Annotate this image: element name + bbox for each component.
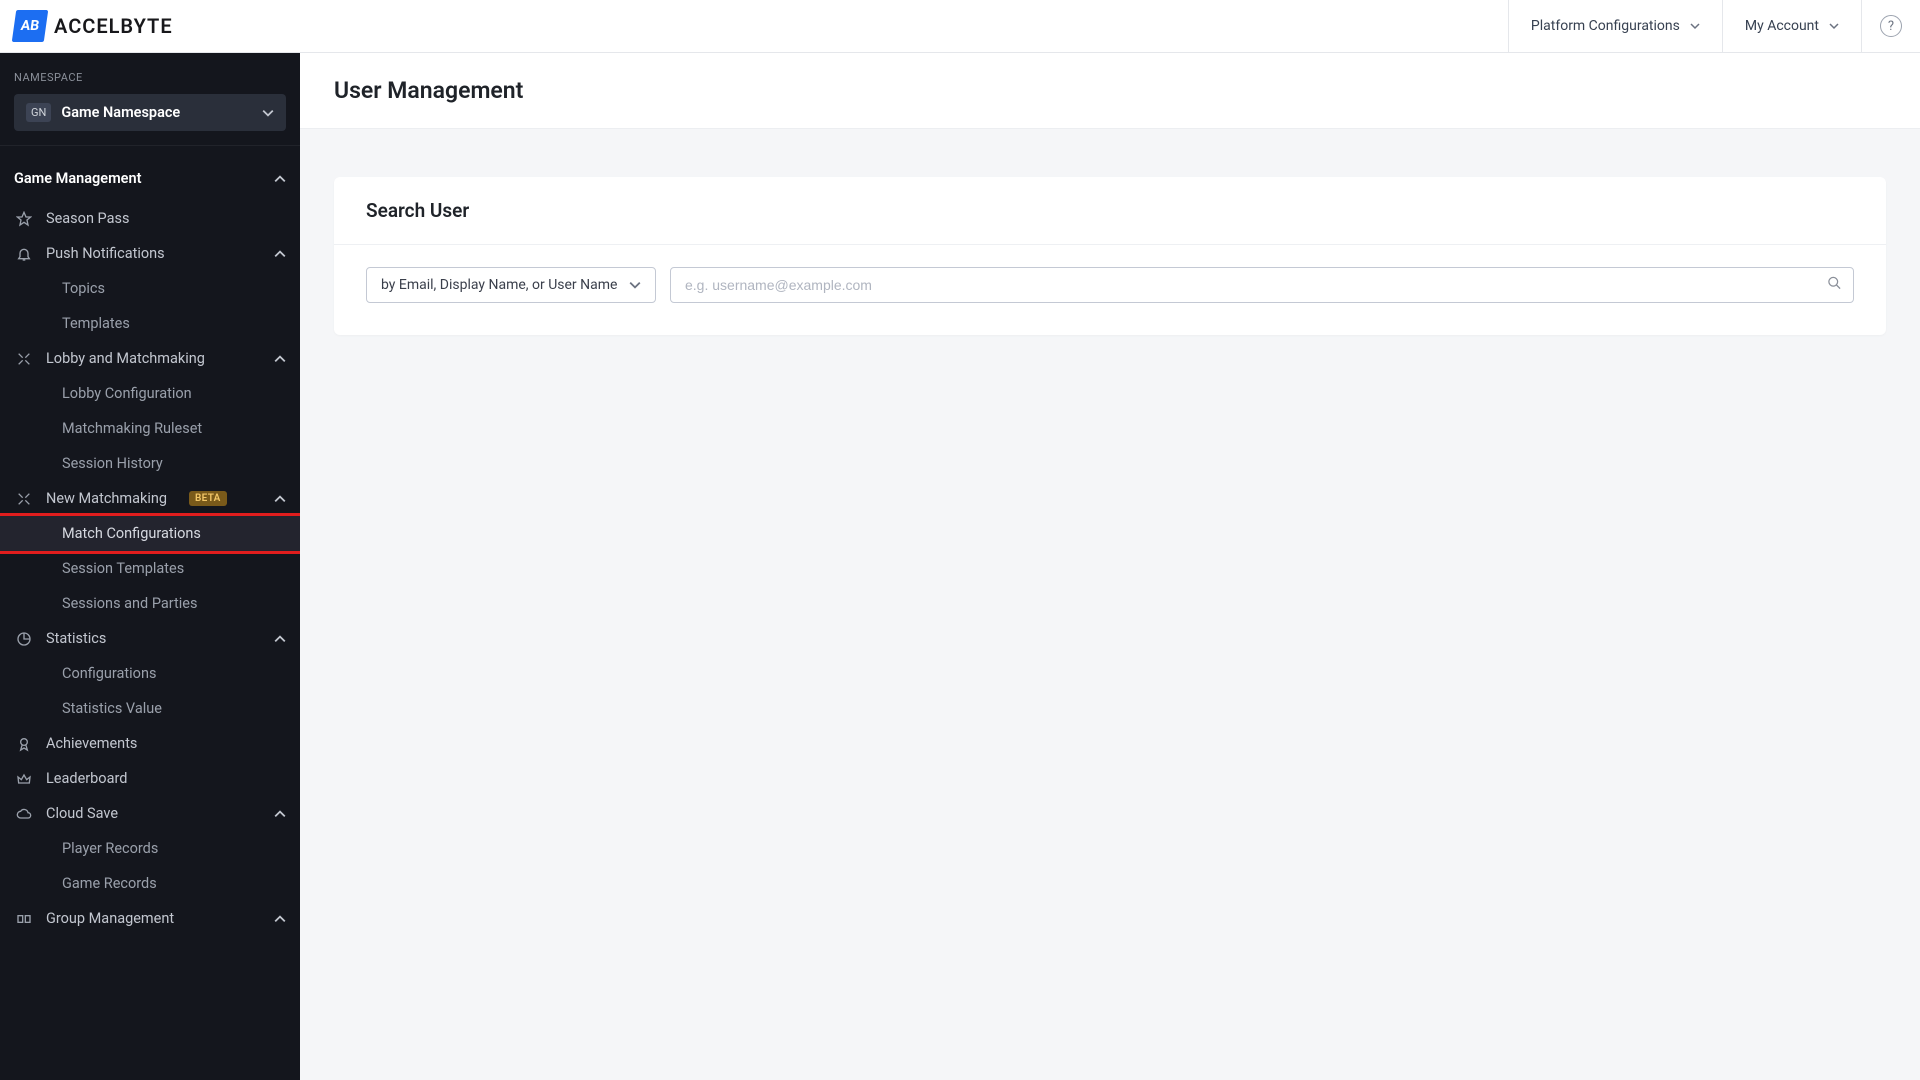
- chevron-down-icon: [1690, 21, 1700, 31]
- chevron-up-icon: [274, 248, 286, 260]
- sidebar-sub-configurations[interactable]: Configurations: [0, 656, 300, 691]
- nav-label: Player Records: [62, 840, 158, 857]
- page-title: User Management: [334, 77, 1886, 104]
- nav-label: Leaderboard: [46, 770, 127, 787]
- nav-label: New Matchmaking: [46, 490, 167, 507]
- sidebar-sub-player-records[interactable]: Player Records: [0, 831, 300, 866]
- group-icon: [14, 911, 34, 927]
- search-field-wrap: [670, 267, 1854, 303]
- card-header: Search User: [334, 177, 1886, 245]
- nav-label: Matchmaking Ruleset: [62, 420, 202, 437]
- chevron-up-icon: [274, 808, 286, 820]
- nav-label: Game Records: [62, 875, 157, 892]
- nav-label: Configurations: [62, 665, 156, 682]
- logo-area: AB ACCELBYTE: [0, 10, 173, 42]
- sidebar-sub-templates[interactable]: Templates: [0, 306, 300, 341]
- nav-label: Session Templates: [62, 560, 184, 577]
- swords-icon: [14, 351, 34, 367]
- star-icon: [14, 211, 34, 227]
- search-user-card: Search User by Email, Display Name, or U…: [334, 177, 1886, 335]
- chevron-up-icon: [274, 493, 286, 505]
- crown-icon: [14, 771, 34, 787]
- logo-mark-text: AB: [20, 18, 41, 34]
- nav-label: Cloud Save: [46, 805, 118, 822]
- namespace-label: NAMESPACE: [14, 71, 286, 84]
- sidebar-item-new-matchmaking[interactable]: New Matchmaking BETA: [0, 481, 300, 516]
- sidebar-item-group-management[interactable]: Group Management: [0, 901, 300, 936]
- card-title: Search User: [366, 199, 1854, 222]
- sidebar-item-cloud-save[interactable]: Cloud Save: [0, 796, 300, 831]
- sidebar-item-lobby-matchmaking[interactable]: Lobby and Matchmaking: [0, 341, 300, 376]
- chevron-up-icon: [274, 633, 286, 645]
- section-title: Game Management: [14, 170, 141, 187]
- my-account-label: My Account: [1745, 18, 1819, 34]
- namespace-name: Game Namespace: [61, 104, 252, 121]
- nav-label: Statistics: [46, 630, 106, 647]
- page-title-bar: User Management: [300, 53, 1920, 129]
- nav-label: Season Pass: [46, 210, 129, 227]
- sidebar-sub-statistics-value[interactable]: Statistics Value: [0, 691, 300, 726]
- nav-label: Match Configurations: [62, 525, 201, 542]
- sidebar-item-push-notifications[interactable]: Push Notifications: [0, 236, 300, 271]
- search-filter-label: by Email, Display Name, or User Name: [381, 277, 617, 293]
- chevron-down-icon: [629, 279, 641, 291]
- chevron-down-icon: [1829, 21, 1839, 31]
- main-content: User Management Search User by Email, Di…: [300, 0, 1920, 383]
- nav-label: Statistics Value: [62, 700, 162, 717]
- sidebar-sub-match-configurations[interactable]: Match Configurations: [0, 516, 300, 551]
- search-input[interactable]: [670, 267, 1854, 303]
- nav-label: Lobby Configuration: [62, 385, 192, 402]
- help-icon: ?: [1880, 15, 1902, 37]
- platform-configurations-label: Platform Configurations: [1531, 18, 1680, 34]
- platform-configurations-menu[interactable]: Platform Configurations: [1508, 0, 1722, 52]
- swords-icon: [14, 491, 34, 507]
- nav-label: Sessions and Parties: [62, 595, 197, 612]
- nav-label: Topics: [62, 280, 105, 297]
- chevron-up-icon: [274, 353, 286, 365]
- sidebar-item-achievements[interactable]: Achievements: [0, 726, 300, 761]
- namespace-badge: GN: [26, 103, 51, 122]
- nav-label: Push Notifications: [46, 245, 165, 262]
- chart-icon: [14, 631, 34, 647]
- chevron-up-icon: [274, 913, 286, 925]
- nav-label: Group Management: [46, 910, 174, 927]
- search-filter-dropdown[interactable]: by Email, Display Name, or User Name: [366, 267, 656, 303]
- header-right: Platform Configurations My Account ?: [1508, 0, 1920, 52]
- sidebar-sub-sessions-parties[interactable]: Sessions and Parties: [0, 586, 300, 621]
- cloud-icon: [14, 806, 34, 822]
- sidebar-sub-session-history[interactable]: Session History: [0, 446, 300, 481]
- top-header: AB ACCELBYTE Platform Configurations My …: [0, 0, 1920, 53]
- nav-label: Templates: [62, 315, 130, 332]
- help-button[interactable]: ?: [1861, 0, 1920, 52]
- sidebar-item-leaderboard[interactable]: Leaderboard: [0, 761, 300, 796]
- sidebar-item-statistics[interactable]: Statistics: [0, 621, 300, 656]
- sidebar-item-season-pass[interactable]: Season Pass: [0, 201, 300, 236]
- namespace-selector[interactable]: GN Game Namespace: [14, 94, 286, 131]
- sidebar-sub-topics[interactable]: Topics: [0, 271, 300, 306]
- nav-label: Lobby and Matchmaking: [46, 350, 205, 367]
- section-game-management[interactable]: Game Management: [0, 156, 300, 201]
- logo-word: ACCELBYTE: [54, 14, 173, 38]
- my-account-menu[interactable]: My Account: [1722, 0, 1861, 52]
- sidebar-sub-lobby-configuration[interactable]: Lobby Configuration: [0, 376, 300, 411]
- chevron-up-icon: [274, 173, 286, 185]
- sidebar-sub-game-records[interactable]: Game Records: [0, 866, 300, 901]
- medal-icon: [14, 736, 34, 752]
- chevron-down-icon: [262, 107, 274, 119]
- logo-mark: AB: [12, 10, 48, 42]
- nav-label: Session History: [62, 455, 163, 472]
- bell-icon: [14, 246, 34, 262]
- search-icon[interactable]: [1827, 276, 1842, 295]
- sidebar: NAMESPACE GN Game Namespace Game Managem…: [0, 53, 300, 1080]
- sidebar-sub-session-templates[interactable]: Session Templates: [0, 551, 300, 586]
- card-body: by Email, Display Name, or User Name: [334, 245, 1886, 335]
- namespace-section: NAMESPACE GN Game Namespace: [0, 53, 300, 146]
- beta-badge: BETA: [189, 491, 227, 506]
- nav-label: Achievements: [46, 735, 137, 752]
- sidebar-sub-matchmaking-ruleset[interactable]: Matchmaking Ruleset: [0, 411, 300, 446]
- content-wrap: Search User by Email, Display Name, or U…: [300, 129, 1920, 383]
